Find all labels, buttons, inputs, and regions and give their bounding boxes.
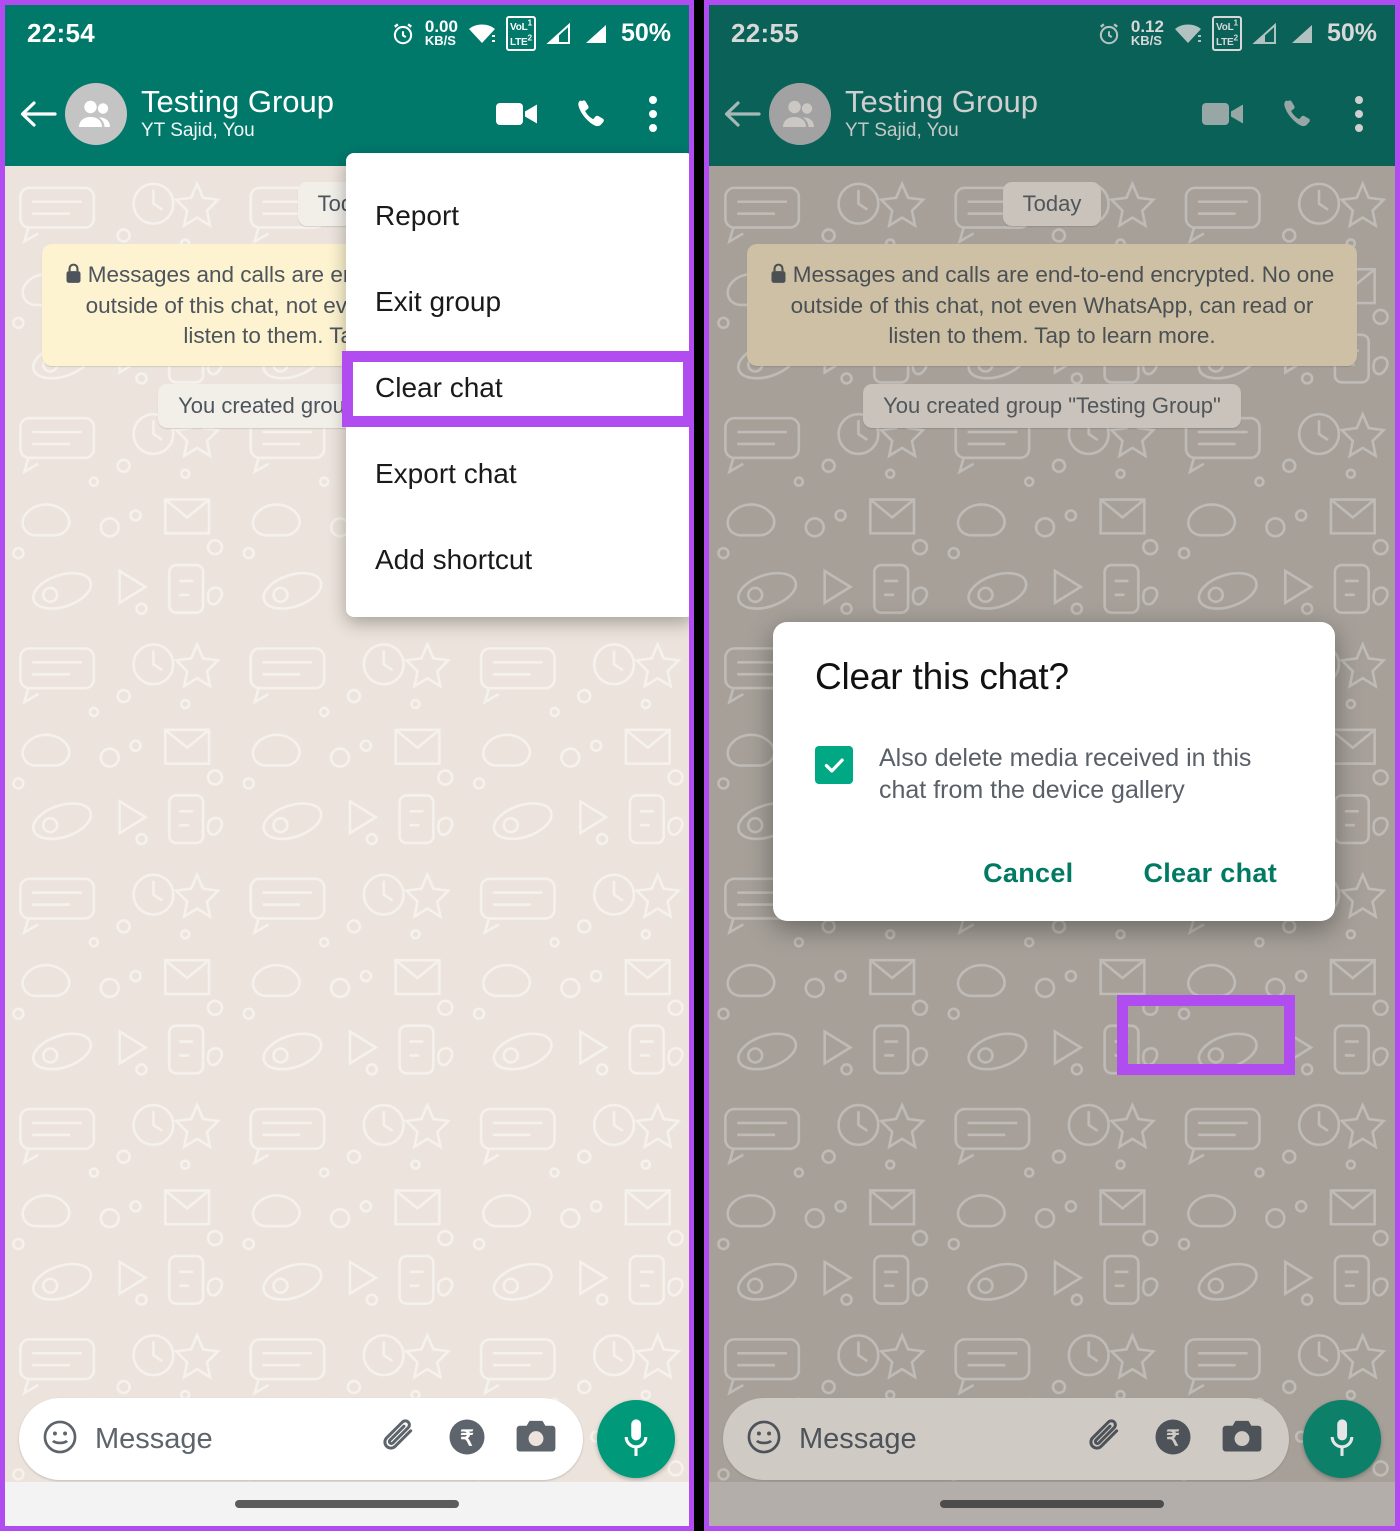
menu-item-exit-group[interactable]: Exit group [346, 259, 689, 345]
svg-text:₹: ₹ [460, 1425, 474, 1450]
camera-icon[interactable] [515, 1419, 557, 1460]
message-input-field-right[interactable]: Message ₹ [723, 1398, 1289, 1480]
network-speed-unit: KB/S [424, 33, 456, 49]
signal-sim2-icon-right [1288, 22, 1316, 46]
volte-label-top-right: VoL1 [1215, 17, 1238, 33]
home-gesture-pill[interactable] [235, 1500, 459, 1508]
volte-label-bottom-right: LTE2 [1215, 32, 1238, 48]
android-nav-bar-right [709, 1482, 1395, 1526]
wifi-icon-right [1173, 22, 1203, 46]
right-phone-screen: 22:55 0.12 KB/S VoL1 LTE2 50% Testing Gr… [709, 5, 1395, 1526]
signal-sim1-icon-right [1251, 22, 1279, 46]
clear-chat-confirm-highlight-box [1117, 995, 1295, 1075]
dialog-title: Clear this chat? [815, 656, 1069, 697]
dialog-checkbox-row[interactable]: Also delete media received in this chat … [815, 742, 1305, 806]
network-speed-indicator: 0.00 KB/S [424, 18, 458, 49]
voice-call-icon[interactable] [573, 97, 607, 131]
screenshot-stage: 22:54 0.00 KB/S VoL1 LTE2 50% Testing Gr… [0, 0, 1400, 1531]
home-gesture-pill-right[interactable] [940, 1500, 1164, 1508]
more-options-icon[interactable] [641, 92, 665, 136]
rupee-payment-icon-right[interactable]: ₹ [1153, 1417, 1193, 1462]
group-avatar-right[interactable] [769, 83, 831, 145]
cancel-button[interactable]: Cancel [965, 844, 1091, 903]
network-speed-indicator-right: 0.12 KB/S [1130, 18, 1164, 49]
alarm-icon [390, 21, 416, 47]
system-message-right: You created group "Testing Group" [863, 383, 1241, 428]
chat-subtitle: YT Sajid, You [141, 120, 255, 142]
signal-sim2-icon [582, 22, 610, 46]
chat-title-right: Testing Group [845, 84, 1038, 120]
status-bar-right: 22:55 0.12 KB/S VoL1 LTE2 50% [709, 5, 1395, 62]
android-nav-bar [5, 1482, 689, 1526]
chat-app-bar: Testing Group YT Sajid, You [5, 62, 689, 166]
chat-subtitle-right: YT Sajid, You [845, 120, 959, 142]
svg-text:₹: ₹ [1166, 1425, 1180, 1450]
menu-item-export-chat[interactable]: Export chat [346, 431, 689, 517]
date-pill-right: Today [1002, 182, 1102, 226]
status-bar: 22:54 0.00 KB/S VoL1 LTE2 50% [5, 5, 689, 62]
delete-media-checkbox[interactable] [815, 746, 853, 784]
chat-app-bar-right: Testing Group YT Sajid, You [709, 62, 1395, 166]
voice-call-icon-right[interactable] [1279, 97, 1313, 131]
message-input-bar-right: Message ₹ [709, 1396, 1395, 1482]
left-phone-screen: 22:54 0.00 KB/S VoL1 LTE2 50% Testing Gr… [5, 5, 689, 1526]
message-placeholder: Message [95, 1422, 213, 1455]
wifi-icon [467, 22, 497, 46]
back-button-right[interactable] [719, 97, 765, 131]
camera-icon-right[interactable] [1221, 1419, 1263, 1460]
volte-label-top: VoL1 [509, 17, 532, 33]
encryption-notice-right[interactable]: Messages and calls are end-to-end encryp… [747, 244, 1357, 366]
right-phone-panel: 22:55 0.12 KB/S VoL1 LTE2 50% Testing Gr… [704, 0, 1400, 1531]
group-avatar[interactable] [65, 83, 127, 145]
left-phone-panel: 22:54 0.00 KB/S VoL1 LTE2 50% Testing Gr… [0, 0, 694, 1531]
menu-item-report[interactable]: Report [346, 173, 689, 259]
menu-item-add-shortcut[interactable]: Add shortcut [346, 517, 689, 603]
volte-label-bottom: LTE2 [509, 32, 532, 48]
clear-chat-highlight-box [342, 351, 689, 427]
attachment-icon[interactable] [379, 1417, 419, 1462]
back-button[interactable] [15, 97, 61, 131]
signal-sim1-icon [545, 22, 573, 46]
encryption-notice-text-right: Messages and calls are end-to-end encryp… [790, 262, 1335, 348]
video-call-icon-right[interactable] [1201, 99, 1245, 129]
clear-chat-dialog: Clear this chat? Also delete media recei… [773, 622, 1335, 921]
volte-icon-right: VoL1 LTE2 [1211, 15, 1242, 52]
message-placeholder-right: Message [799, 1422, 917, 1455]
chat-title-block[interactable]: Testing Group YT Sajid, You [141, 84, 334, 143]
clear-chat-confirm-button[interactable]: Clear chat [1125, 844, 1295, 903]
battery-percent-right: 50% [1326, 19, 1377, 47]
status-clock: 22:54 [27, 18, 95, 48]
lock-icon-right [770, 262, 787, 291]
alarm-icon-right [1096, 21, 1122, 47]
volte-icon: VoL1 LTE2 [505, 15, 536, 52]
more-options-icon-right[interactable] [1347, 92, 1371, 136]
message-input-field[interactable]: Message ₹ [19, 1398, 583, 1480]
microphone-button[interactable] [597, 1400, 675, 1478]
emoji-icon[interactable] [41, 1418, 79, 1461]
rupee-payment-icon[interactable]: ₹ [447, 1417, 487, 1462]
chat-body-right: Today Messages and calls are end-to-end … [709, 166, 1395, 1526]
lock-icon [65, 262, 82, 291]
dialog-actions: Cancel Clear chat [815, 844, 1305, 903]
status-clock-right: 22:55 [731, 18, 799, 48]
attachment-icon-right[interactable] [1085, 1417, 1125, 1462]
emoji-icon-right[interactable] [745, 1418, 783, 1461]
message-input-bar: Message ₹ [5, 1396, 689, 1482]
delete-media-label: Also delete media received in this chat … [879, 744, 1252, 804]
system-message-row-right: You created group "Testing Group" [729, 383, 1375, 428]
video-call-icon[interactable] [495, 99, 539, 129]
chat-title-block-right[interactable]: Testing Group YT Sajid, You [845, 84, 1038, 143]
date-separator-row-right: Today [729, 182, 1375, 226]
network-speed-unit-right: KB/S [1130, 33, 1162, 49]
battery-percent: 50% [620, 19, 671, 47]
microphone-button-right[interactable] [1303, 1400, 1381, 1478]
encryption-notice-row-right[interactable]: Messages and calls are end-to-end encryp… [729, 244, 1375, 366]
chat-title: Testing Group [141, 84, 334, 120]
